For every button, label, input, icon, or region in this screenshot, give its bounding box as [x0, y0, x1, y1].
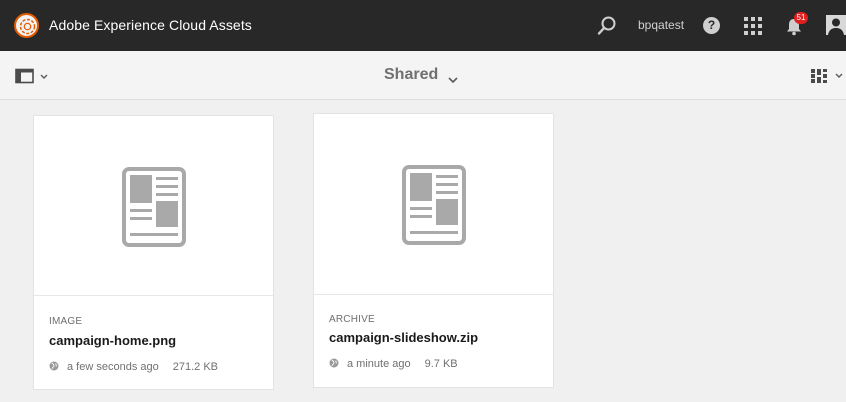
help-icon[interactable]: ?	[703, 17, 720, 34]
asset-size: 271.2 KB	[172, 361, 218, 373]
asset-modified: a minute ago	[347, 358, 411, 370]
document-layout-icon	[122, 167, 186, 247]
action-bar: Shared	[0, 51, 846, 100]
document-layout-icon	[402, 165, 466, 245]
notification-badge: 51	[794, 12, 808, 24]
asset-name[interactable]: campaign-slideshow.zip	[329, 330, 478, 345]
asset-card[interactable]: IMAGE campaign-home.png a few seconds ag…	[33, 115, 274, 390]
adobe-logo-icon[interactable]	[14, 13, 39, 38]
asset-thumbnail[interactable]	[34, 116, 273, 296]
chevron-down-icon[interactable]	[448, 71, 458, 89]
search-icon[interactable]	[596, 15, 618, 37]
rail-toggle-icon[interactable]	[15, 68, 55, 84]
view-switcher-icon[interactable]	[810, 68, 846, 84]
asset-modified: a few seconds ago	[67, 361, 159, 373]
shell-header: Adobe Experience Cloud Assets bpqatest ?…	[0, 0, 846, 51]
username-label[interactable]: bpqatest	[638, 18, 684, 32]
asset-name[interactable]: campaign-home.png	[49, 333, 176, 348]
asset-meta: a few seconds ago 271.2 KB	[49, 361, 218, 373]
globe-icon	[329, 358, 339, 368]
location-title[interactable]: Shared	[384, 66, 438, 84]
asset-type: ARCHIVE	[329, 314, 375, 325]
asset-meta: a minute ago 9.7 KB	[329, 358, 458, 370]
asset-size: 9.7 KB	[424, 358, 458, 370]
globe-icon	[49, 361, 59, 371]
app-title[interactable]: Adobe Experience Cloud Assets	[49, 17, 252, 33]
apps-grid-icon[interactable]	[744, 17, 762, 35]
user-profile-icon[interactable]	[826, 15, 846, 35]
asset-thumbnail[interactable]	[314, 114, 553, 295]
asset-type: IMAGE	[49, 316, 83, 327]
asset-card[interactable]: ARCHIVE campaign-slideshow.zip a minute …	[313, 113, 554, 388]
